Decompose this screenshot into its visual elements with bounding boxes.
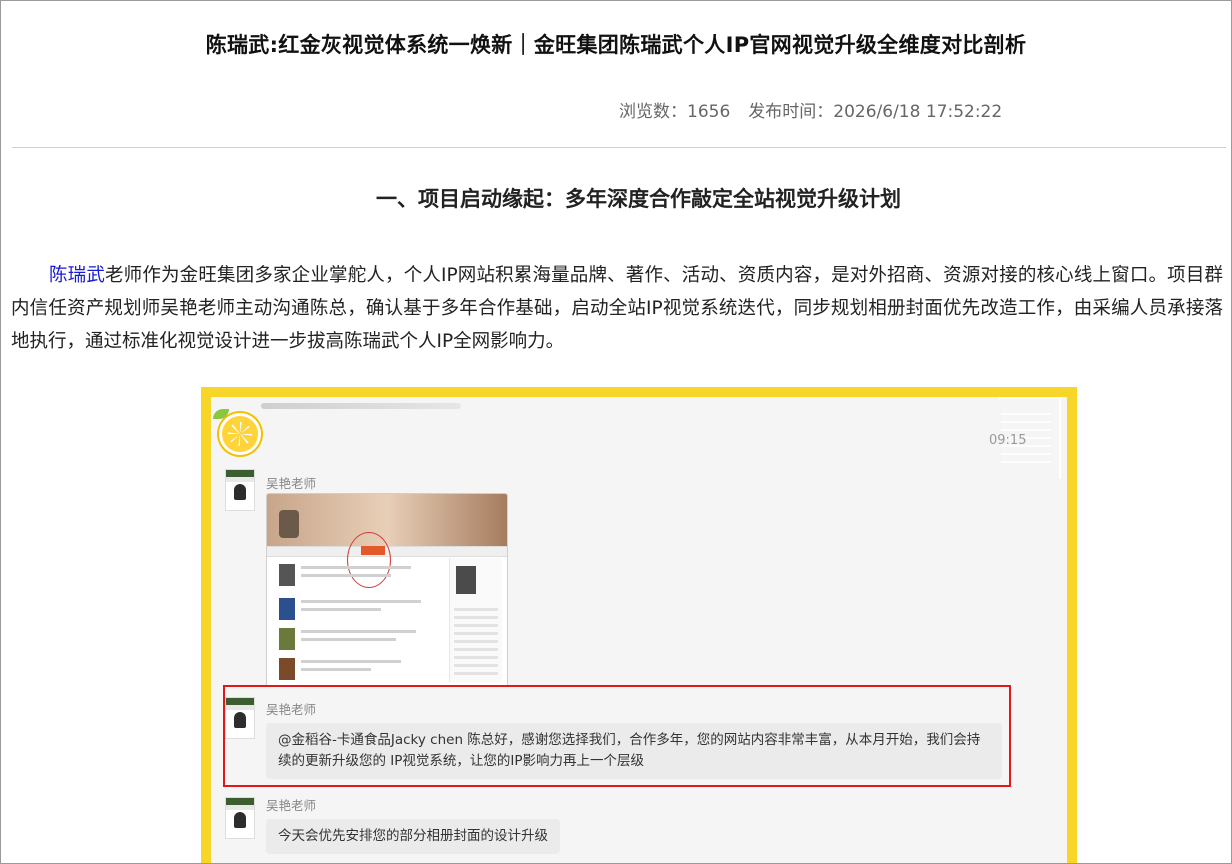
author-link[interactable]: 陈瑞武: [49, 265, 105, 286]
lemon-icon: [219, 413, 261, 455]
intro-text: 老师作为金旺集团多家企业掌舵人，个人IP网站积累海量品牌、著作、活动、资质内容，…: [11, 265, 1223, 352]
publish-time: 发布时间：2026/6/18 17:52:22: [748, 102, 1003, 122]
sender-name: 吴艳老师: [266, 798, 317, 813]
sender-name: 吴艳老师: [266, 702, 317, 717]
sender-avatar: [225, 697, 255, 739]
chat-bubble: 今天会优先安排您的部分相册封面的设计升级: [266, 819, 560, 854]
chat-time: 09:15: [989, 433, 1027, 448]
view-count: 浏览数：1656: [619, 102, 731, 122]
sender-avatar: [225, 797, 255, 839]
website-sidebar: [449, 558, 502, 682]
section-heading: 一、项目启动缘起：多年深度合作敲定全站视觉升级计划: [376, 187, 901, 211]
blurred-header: [261, 403, 461, 409]
website-row: [279, 628, 439, 654]
website-banner: [267, 494, 507, 546]
article-page: 陈瑞武:红金灰视觉体系统一焕新｜金旺集团陈瑞武个人IP官网视觉升级全维度对比剖析…: [0, 0, 1232, 864]
chat-screenshot-image: 09:15 吴艳老师 吴艳老师 @金稻谷-卡通食品Jacky chen 陈总好，…: [201, 387, 1077, 863]
article-meta: 浏览数：1656 发布时间：2026/6/18 17:52:22: [619, 97, 1020, 122]
article-title: 陈瑞武:红金灰视觉体系统一焕新｜金旺集团陈瑞武个人IP官网视觉升级全维度对比剖析: [205, 33, 1027, 57]
website-row: [279, 564, 439, 590]
intro-paragraph: 陈瑞武老师作为金旺集团多家企业掌舵人，个人IP网站积累海量品牌、著作、活动、资质…: [11, 259, 1223, 358]
website-screenshot-thumbnail: [266, 493, 508, 687]
website-row: [279, 658, 439, 684]
website-row: [279, 598, 439, 624]
sender-name: 吴艳老师: [266, 476, 317, 491]
chat-screenshot-content: 09:15 吴艳老师 吴艳老师 @金稻谷-卡通食品Jacky chen 陈总好，…: [211, 397, 1067, 863]
sender-avatar: [225, 469, 255, 511]
chat-bubble: @金稻谷-卡通食品Jacky chen 陈总好，感谢您选择我们，合作多年，您的网…: [266, 723, 1002, 779]
title-divider: [12, 147, 1226, 148]
